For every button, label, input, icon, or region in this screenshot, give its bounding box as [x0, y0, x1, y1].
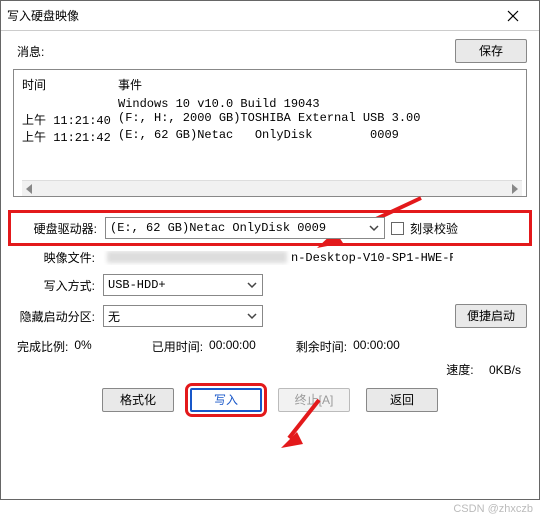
method-label: 写入方式:	[13, 277, 97, 294]
image-label: 映像文件:	[13, 249, 97, 266]
hidden-row: 隐藏启动分区: 无 便捷启动	[13, 304, 527, 328]
status-row: 完成比例: 0% 已用时间: 00:00:00 剩余时间: 00:00:00	[13, 338, 527, 355]
client-area: 消息: 保存 时间 事件 Windows 10 v10.0 Build 1904…	[1, 31, 539, 499]
dialog-window: 写入硬盘映像 消息: 保存 时间 事件 Windows 10 v10.0 Bui…	[0, 0, 540, 500]
chevron-down-icon	[368, 222, 380, 234]
method-row: 写入方式: USB-HDD+	[13, 274, 527, 296]
image-row: 映像文件: n-Desktop-V10-SP1-HWE-Relea	[13, 249, 527, 266]
hidden-value: 无	[108, 308, 120, 325]
disk-dropdown[interactable]: (E:, 62 GB)Netac OnlyDisk 0009	[105, 217, 385, 239]
save-button[interactable]: 保存	[455, 39, 527, 63]
log-header-time: 时间	[22, 76, 118, 93]
window-title: 写入硬盘映像	[7, 7, 493, 24]
titlebar: 写入硬盘映像	[1, 1, 539, 31]
disk-value: (E:, 62 GB)Netac OnlyDisk 0009	[110, 221, 326, 235]
watermark: CSDN @zhxczb	[453, 503, 533, 515]
log-row: 上午 11:21:40(F:, H:, 2000 GB)TOSHIBA Exte…	[22, 111, 522, 128]
hidden-label: 隐藏启动分区:	[13, 308, 97, 325]
method-dropdown[interactable]: USB-HDD+	[103, 274, 263, 296]
back-button[interactable]: 返回	[366, 388, 438, 412]
disk-label: 硬盘驱动器:	[15, 220, 99, 237]
speed-row: 速度: 0KB/s	[13, 355, 527, 378]
image-value: n-Desktop-V10-SP1-HWE-Relea	[103, 251, 453, 265]
verify-checkbox[interactable]	[391, 222, 404, 235]
form: 硬盘驱动器: (E:, 62 GB)Netac OnlyDisk 0009 刻录…	[13, 215, 527, 328]
log-row: 上午 11:21:42(E:, 62 GB)Netac OnlyDisk 000…	[22, 128, 522, 145]
log-event: (F:, H:, 2000 GB)TOSHIBA External USB 3.…	[118, 111, 420, 128]
remain-label: 剩余时间:	[296, 338, 347, 355]
log-panel: 时间 事件 Windows 10 v10.0 Build 19043上午 11:…	[13, 69, 527, 197]
speed-value: 0KB/s	[489, 363, 521, 377]
log-time: 上午 11:21:42	[22, 128, 118, 145]
close-icon	[507, 10, 519, 22]
log-header-event: 事件	[118, 76, 142, 93]
log-time: 上午 11:21:40	[22, 111, 118, 128]
done-value: 0%	[74, 338, 91, 355]
chevron-down-icon	[246, 310, 258, 322]
button-row: 格式化 写入 终止[A] 返回	[13, 388, 527, 418]
remain-value: 00:00:00	[353, 338, 400, 355]
close-button[interactable]	[493, 4, 533, 28]
verify-label: 刻录校验	[410, 220, 458, 237]
message-row: 消息: 保存	[13, 39, 527, 63]
stop-button[interactable]: 终止[A]	[278, 388, 350, 412]
method-value: USB-HDD+	[108, 278, 166, 292]
disk-row: 硬盘驱动器: (E:, 62 GB)Netac OnlyDisk 0009 刻录…	[13, 215, 527, 241]
log-time	[22, 97, 118, 111]
redacted-text	[107, 251, 287, 263]
message-label: 消息:	[13, 43, 44, 60]
done-label: 完成比例:	[17, 338, 68, 355]
speed-label: 速度:	[446, 363, 473, 377]
chevron-down-icon	[246, 279, 258, 291]
log-event: (E:, 62 GB)Netac OnlyDisk 0009	[118, 128, 399, 145]
log-header: 时间 事件	[22, 76, 522, 93]
write-button[interactable]: 写入	[190, 388, 262, 412]
log-row: Windows 10 v10.0 Build 19043	[22, 97, 522, 111]
horizontal-scrollbar[interactable]	[22, 180, 522, 196]
log-event: Windows 10 v10.0 Build 19043	[118, 97, 320, 111]
hidden-dropdown[interactable]: 无	[103, 305, 263, 327]
format-button[interactable]: 格式化	[102, 388, 174, 412]
log-body: Windows 10 v10.0 Build 19043上午 11:21:40(…	[22, 97, 522, 176]
quickboot-button[interactable]: 便捷启动	[455, 304, 527, 328]
elapsed-value: 00:00:00	[209, 338, 256, 355]
elapsed-label: 已用时间:	[152, 338, 203, 355]
